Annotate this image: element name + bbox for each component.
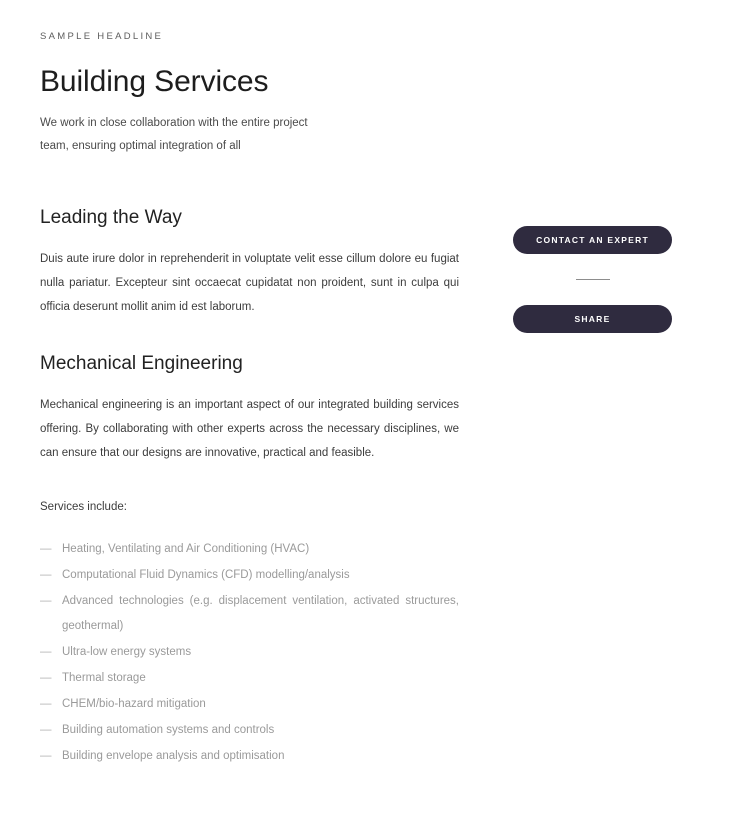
hero-subtitle: We work in close collaboration with the … — [40, 117, 308, 152]
section-paragraph-leading: Duis aute irure dolor in reprehenderit i… — [40, 253, 459, 313]
main-content: Leading the Way Duis aute irure dolor in… — [40, 205, 459, 770]
em-dash-icon: — — [40, 750, 52, 762]
em-dash-icon: — — [40, 672, 52, 684]
em-dash-icon: — — [40, 698, 52, 710]
page-root: SAMPLE HEADLINE Building Services We wor… — [0, 0, 750, 836]
section-heading-mechanical: Mechanical Engineering — [40, 353, 243, 374]
list-item: — CHEM/bio-hazard mitigation — [40, 692, 459, 718]
services-include-label: Services include: — [40, 501, 127, 513]
list-item-label: Building automation systems and controls — [62, 724, 275, 736]
list-item: — Ultra-low energy systems — [40, 640, 459, 666]
cta-sidebar: CONTACT AN EXPERT SHARE — [513, 226, 672, 333]
em-dash-icon: — — [40, 543, 52, 555]
section-heading-leading: Leading the Way — [40, 207, 182, 228]
section-paragraph-mechanical: Mechanical engineering is an important a… — [40, 399, 459, 459]
hero-section: SAMPLE HEADLINE Building Services We wor… — [40, 30, 470, 158]
section-mechanical-engineering: Mechanical Engineering Mechanical engine… — [40, 351, 459, 465]
share-button[interactable]: SHARE — [513, 305, 672, 333]
list-item-label: Advanced technologies (e.g. displacement… — [62, 595, 459, 632]
page-title: Building Services — [40, 65, 269, 98]
list-item-label: CHEM/bio-hazard mitigation — [62, 698, 206, 710]
eyebrow-label: SAMPLE HEADLINE — [40, 31, 164, 42]
list-item: — Computational Fluid Dynamics (CFD) mod… — [40, 563, 459, 589]
section-leading-the-way: Leading the Way Duis aute irure dolor in… — [40, 205, 459, 319]
services-list: — Heating, Ventilating and Air Condition… — [40, 537, 459, 770]
em-dash-icon: — — [40, 724, 52, 736]
list-item: — Heating, Ventilating and Air Condition… — [40, 537, 459, 563]
list-item: — Advanced technologies (e.g. displaceme… — [40, 589, 459, 640]
list-item: — Thermal storage — [40, 666, 459, 692]
list-item: — Building automation systems and contro… — [40, 718, 459, 744]
em-dash-icon: — — [40, 595, 52, 607]
em-dash-icon: — — [40, 646, 52, 658]
list-item-label: Computational Fluid Dynamics (CFD) model… — [62, 569, 350, 581]
list-item-label: Thermal storage — [62, 672, 146, 684]
list-item-label: Building envelope analysis and optimisat… — [62, 750, 285, 762]
list-item: — Building envelope analysis and optimis… — [40, 744, 459, 770]
em-dash-icon: — — [40, 569, 52, 581]
cta-divider — [575, 279, 610, 280]
contact-an-expert-button[interactable]: CONTACT AN EXPERT — [513, 226, 672, 254]
list-item-label: Heating, Ventilating and Air Conditionin… — [62, 543, 310, 555]
list-item-label: Ultra-low energy systems — [62, 646, 192, 658]
